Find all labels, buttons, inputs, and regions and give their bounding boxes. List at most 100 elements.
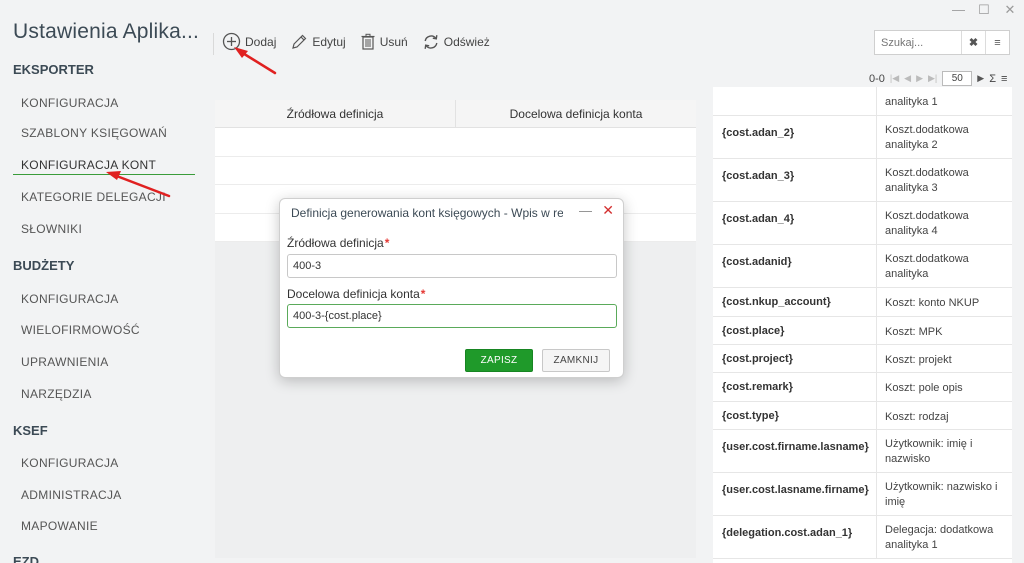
variable-description: Użytkownik: imię i nazwisko [876, 430, 1012, 472]
variable-row[interactable]: {user.cost.firname.lasname} Użytkownik: … [713, 430, 1012, 473]
sidebar-item-wielofirmowosc[interactable]: WIELOFIRMOWOŚĆ [21, 323, 140, 337]
sum-icon[interactable]: Σ [989, 73, 996, 85]
variable-description: Koszt: rodzaj [876, 402, 1012, 429]
variable-key: {cost.adan_4} [722, 213, 795, 225]
variable-key: {user.cost.firname.lasname} [722, 441, 869, 453]
page-size-dropdown-icon[interactable]: ▶ [977, 73, 984, 84]
variable-description: Koszt.dodatkowa analityka 4 [876, 202, 1012, 244]
target-definition-label: Docelowa definicja konta* [287, 287, 425, 301]
source-definition-input[interactable] [287, 254, 617, 278]
grid-menu-icon[interactable]: ≡ [1001, 73, 1007, 85]
variable-row[interactable]: {delegation.cost.adan_1} Delegacja: doda… [713, 516, 1012, 559]
variable-key: {cost.adan_3} [722, 170, 795, 182]
refresh-button-label: Odśwież [443, 34, 490, 49]
dialog-close-icon[interactable]: ✕ [602, 202, 614, 219]
prev-page-icon[interactable]: ◀ [904, 73, 911, 84]
variable-key [713, 87, 876, 115]
source-definition-label-text: Źródłowa definicja [287, 236, 384, 250]
add-button-label: Dodaj [245, 34, 277, 49]
sidebar-item-konfiguracja-kont[interactable]: KONFIGURACJA KONT [21, 158, 156, 172]
table-row[interactable] [215, 157, 696, 185]
variable-row[interactable]: {cost.nkup_account} Koszt: konto NKUP [713, 288, 1012, 317]
clear-search-icon[interactable]: ✖ [961, 31, 985, 54]
required-mark: * [420, 287, 426, 301]
toolbar: Dodaj Edytuj Usuń Odśwież [222, 32, 490, 51]
variable-key: {cost.adanid} [722, 256, 792, 268]
sidebar-item-eksporter-konfiguracja[interactable]: KONFIGURACJA [21, 96, 119, 110]
variable-row[interactable]: {cost.adanid} Koszt.dodatkowa analityka [713, 245, 1012, 288]
variable-description: Koszt: pole opis [876, 373, 1012, 401]
sidebar-item-uprawnienia[interactable]: UPRAWNIENIA [21, 355, 109, 369]
variables-list: analityka 1 {cost.adan_2} Koszt.dodatkow… [713, 87, 1012, 563]
variable-row[interactable]: {cost.remark} Koszt: pole opis [713, 373, 1012, 402]
dialog-minimize-icon[interactable]: — [579, 203, 592, 218]
first-page-icon[interactable]: |◀ [890, 73, 899, 84]
sidebar: Ustawienia Aplika... EKSPORTER KONFIGURA… [0, 0, 205, 563]
required-mark: * [384, 236, 390, 250]
variable-description: Użytkownik: nazwisko i imię [876, 473, 1012, 515]
variable-key: {cost.adan_2} [722, 127, 795, 139]
variable-row[interactable]: analityka 1 [713, 87, 1012, 116]
pager: 0-0 |◀ ◀ ▶ ▶| 50 ▶ Σ ≡ [869, 71, 1007, 86]
plus-circle-icon [222, 32, 241, 51]
sidebar-item-narzedzia[interactable]: NARZĘDZIA [21, 387, 92, 401]
window-close-button[interactable]: ✕ [1004, 2, 1016, 18]
variable-row[interactable]: {cost.adan_2} Koszt.dodatkowa analityka … [713, 116, 1012, 159]
window-minimize-button[interactable]: — [952, 2, 965, 18]
edit-button-label: Edytuj [312, 34, 346, 49]
add-button[interactable]: Dodaj [222, 32, 276, 51]
window-maximize-button[interactable]: ☐ [978, 2, 990, 18]
sidebar-item-szablony-ksiegowan[interactable]: SZABLONY KSIĘGOWAŃ [21, 126, 167, 140]
column-target-definition[interactable]: Docelowa definicja konta [456, 100, 696, 127]
variable-row[interactable]: {user.cost.lasname.firname} Użytkownik: … [713, 473, 1012, 516]
variable-row[interactable]: {cost.adan_3} Koszt.dodatkowa analityka … [713, 159, 1012, 202]
section-eksporter[interactable]: EKSPORTER [13, 62, 94, 77]
variable-row[interactable]: {cost.type} Koszt: rodzaj [713, 402, 1012, 430]
variable-row[interactable]: {cost.adan_4} Koszt.dodatkowa analityka … [713, 202, 1012, 245]
edit-button[interactable]: Edytuj [290, 33, 346, 51]
variable-description: Koszt.dodatkowa analityka 2 [876, 116, 1012, 158]
account-definition-dialog: Definicja generowania kont księgowych - … [279, 198, 624, 378]
section-budzety[interactable]: BUDŻETY [13, 258, 74, 273]
pager-range: 0-0 [869, 72, 885, 85]
target-definition-label-text: Docelowa definicja konta [287, 287, 420, 301]
save-button[interactable]: ZAPISZ [465, 349, 533, 372]
table-row[interactable] [215, 128, 696, 157]
page-size-input[interactable]: 50 [942, 71, 973, 86]
sidebar-item-mapowanie[interactable]: MAPOWANIE [21, 519, 98, 533]
sidebar-item-budzety-konfiguracja[interactable]: KONFIGURACJA [21, 292, 119, 306]
sidebar-item-administracja[interactable]: ADMINISTRACJA [21, 488, 122, 502]
variable-row[interactable]: {cost.place} Koszt: MPK [713, 317, 1012, 345]
variable-row[interactable]: {cost.project} Koszt: projekt [713, 345, 1012, 373]
sidebar-item-ksef-konfiguracja[interactable]: KONFIGURACJA [21, 456, 119, 470]
window-controls: — ☐ ✕ [952, 2, 1016, 18]
variable-description: Delegacja: dodatkowa analityka 1 [876, 516, 1012, 558]
toolbar-separator [213, 33, 214, 55]
search-input[interactable] [875, 31, 961, 54]
target-definition-input[interactable] [287, 304, 617, 328]
variable-description: Koszt: MPK [876, 317, 1012, 344]
variable-description: Koszt.dodatkowa analityka 3 [876, 159, 1012, 201]
variable-description: analityka 1 [876, 87, 1012, 115]
trash-icon [360, 33, 376, 51]
pencil-icon [290, 33, 308, 51]
column-source-definition[interactable]: Źródłowa definicja [215, 100, 456, 127]
section-ezd[interactable]: EZD [13, 554, 39, 563]
variable-description: Koszt: konto NKUP [876, 288, 1012, 316]
variable-description: Koszt.dodatkowa analityka [876, 245, 1012, 287]
variable-key: {cost.place} [722, 325, 785, 337]
source-definition-label: Źródłowa definicja* [287, 236, 389, 250]
section-ksef[interactable]: KSEF [13, 423, 48, 438]
search-menu-icon[interactable]: ≡ [985, 31, 1009, 54]
sidebar-item-slowniki[interactable]: SŁOWNIKI [21, 222, 82, 236]
search-box: ✖ ≡ [874, 30, 1010, 55]
delete-button-label: Usuń [379, 34, 408, 49]
refresh-button[interactable]: Odśwież [422, 33, 490, 51]
next-page-icon[interactable]: ▶ [916, 73, 923, 84]
last-page-icon[interactable]: ▶| [928, 73, 937, 84]
sidebar-item-kategorie-delegacji[interactable]: KATEGORIE DELEGACJI [21, 190, 166, 204]
delete-button[interactable]: Usuń [360, 33, 408, 51]
variable-key: {cost.type} [722, 410, 779, 422]
variable-description: Koszt: projekt [876, 345, 1012, 372]
close-dialog-button[interactable]: ZAMKNIJ [542, 349, 610, 372]
